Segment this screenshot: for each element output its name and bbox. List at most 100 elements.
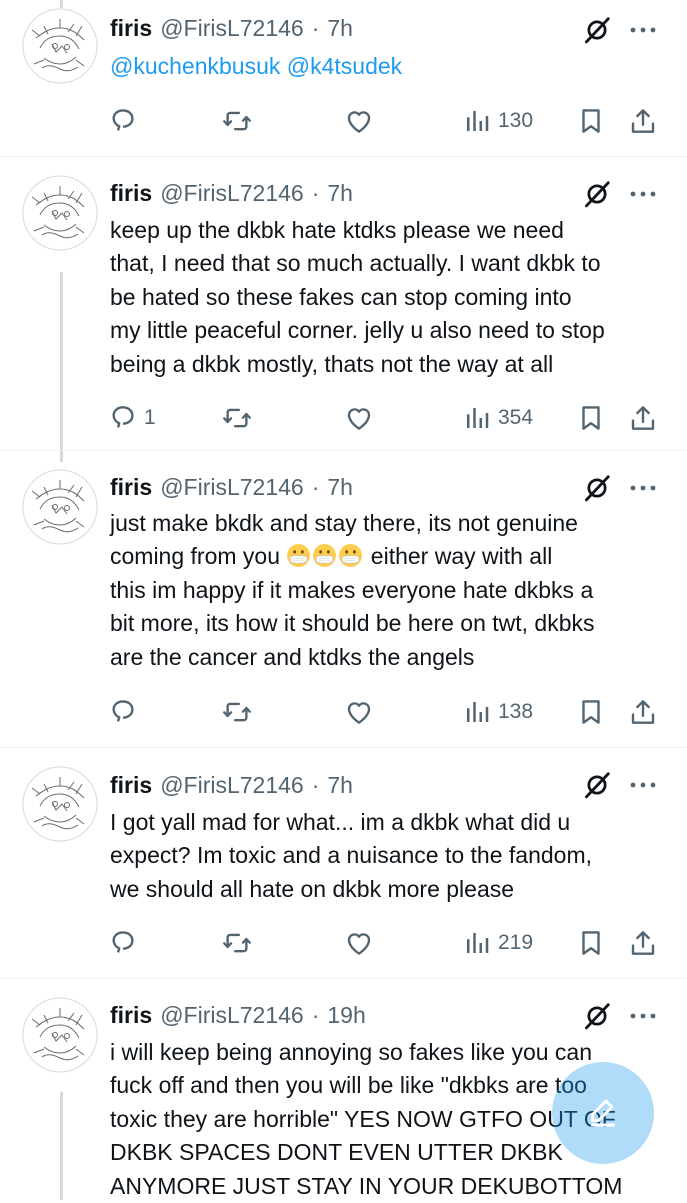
like-icon: [344, 697, 374, 727]
tweet[interactable]: firis @FirisL72146 · 7h @kuchenkbusuk @k…: [0, 0, 687, 155]
timestamp[interactable]: 7h: [327, 180, 353, 207]
views-icon: [462, 697, 492, 727]
text-line: expect? Im toxic and a nuisance to the f…: [110, 842, 593, 869]
views-icon: [462, 403, 492, 433]
text-line: keep up the dkbk hate ktdks please we ne…: [110, 217, 564, 243]
grok-icon[interactable]: [582, 15, 612, 45]
avatar[interactable]: [22, 766, 98, 842]
tweet-text: @kuchenkbusuk @k4tsudek: [110, 50, 670, 83]
handle[interactable]: @FirisL72146: [160, 1002, 304, 1029]
share-button[interactable]: [628, 401, 658, 435]
like-button[interactable]: [344, 401, 374, 435]
timestamp[interactable]: 7h: [327, 474, 353, 501]
timestamp[interactable]: 19h: [327, 1002, 365, 1029]
repost-icon: [222, 403, 252, 433]
like-button[interactable]: [344, 104, 374, 138]
repost-button[interactable]: [222, 695, 252, 729]
more-icon[interactable]: [626, 179, 660, 209]
separator: ·: [311, 14, 320, 41]
share-button[interactable]: [628, 695, 658, 729]
text-line: my little peaceful corner. jelly u also …: [110, 317, 605, 344]
tweet-text: just make bkdk and stay there, its not g…: [110, 507, 670, 674]
bookmark-icon: [576, 403, 606, 433]
text-line: just make bkdk and stay there, its not g…: [110, 510, 578, 536]
avatar[interactable]: [22, 997, 98, 1073]
views-button[interactable]: 138: [462, 695, 533, 729]
display-name[interactable]: firis: [110, 15, 152, 42]
share-icon: [628, 106, 658, 136]
views-button[interactable]: 354: [462, 401, 533, 435]
avatar[interactable]: [22, 469, 98, 545]
grok-icon[interactable]: [582, 473, 612, 503]
more-icon[interactable]: [626, 473, 660, 503]
timestamp[interactable]: 7h: [327, 15, 353, 42]
tweet-text: keep up the dkbk hate ktdks please we ne…: [110, 214, 670, 381]
more-icon[interactable]: [626, 770, 660, 800]
grok-icon[interactable]: [582, 770, 612, 800]
reply-icon: [108, 697, 138, 727]
avatar[interactable]: [22, 175, 98, 251]
text-line: be hated so these fakes can stop coming …: [110, 283, 572, 310]
action-bar: 130: [0, 104, 687, 138]
repost-icon: [222, 697, 252, 727]
handle[interactable]: @FirisL72146: [160, 772, 304, 799]
handle[interactable]: @FirisL72146: [160, 474, 304, 501]
views-button[interactable]: 219: [462, 926, 533, 960]
views-icon: [462, 928, 492, 958]
like-button[interactable]: [344, 926, 374, 960]
views-button[interactable]: 130: [462, 104, 533, 138]
mask-face-emoji: [338, 543, 363, 568]
like-button[interactable]: [344, 695, 374, 729]
reply-button[interactable]: 1: [108, 401, 156, 435]
tweet-header: firis @FirisL72146 · 7h: [110, 471, 353, 503]
bookmark-button[interactable]: [576, 926, 606, 960]
handle[interactable]: @FirisL72146: [160, 15, 304, 42]
reply-button[interactable]: [108, 104, 138, 138]
grok-icon[interactable]: [582, 179, 612, 209]
share-button[interactable]: [628, 104, 658, 138]
repost-button[interactable]: [222, 926, 252, 960]
reply-button[interactable]: [108, 926, 138, 960]
text-line: that, I need that so much actually. I wa…: [110, 250, 601, 277]
tweet-header: firis @FirisL72146 · 7h: [110, 12, 353, 44]
mention-link[interactable]: @k4tsudek: [287, 53, 402, 79]
bookmark-button[interactable]: [576, 401, 606, 435]
display-name[interactable]: firis: [110, 772, 152, 799]
views-count: 138: [498, 700, 534, 723]
display-name[interactable]: firis: [110, 474, 152, 501]
handle[interactable]: @FirisL72146: [160, 180, 304, 207]
views-count: 130: [498, 109, 534, 132]
compose-button[interactable]: [552, 1062, 654, 1164]
text-segment: either way with all: [370, 543, 553, 570]
reply-button[interactable]: [108, 695, 138, 729]
share-button[interactable]: [628, 926, 658, 960]
tweet[interactable]: firis @FirisL72146 · 7h I got yall mad f…: [0, 748, 687, 978]
tweet-header: firis @FirisL72146 · 19h: [110, 999, 366, 1031]
reply-count: 1: [144, 406, 156, 429]
like-icon: [344, 403, 374, 433]
separator: ·: [311, 473, 320, 500]
display-name[interactable]: firis: [110, 180, 152, 207]
more-icon[interactable]: [626, 1001, 660, 1031]
like-icon: [344, 928, 374, 958]
grok-icon[interactable]: [582, 1001, 612, 1031]
avatar[interactable]: [22, 8, 98, 84]
bookmark-button[interactable]: [576, 695, 606, 729]
mention-link[interactable]: @kuchenkbusuk: [110, 53, 280, 79]
more-icon[interactable]: [626, 15, 660, 45]
text-line: this im happy if it makes everyone hate …: [110, 576, 594, 603]
display-name[interactable]: firis: [110, 1002, 152, 1029]
reply-icon: [108, 403, 138, 433]
tweet-header: firis @FirisL72146 · 7h: [110, 769, 353, 801]
timestamp[interactable]: 7h: [327, 772, 353, 799]
repost-button[interactable]: [222, 401, 252, 435]
repost-button[interactable]: [222, 104, 252, 138]
tweet[interactable]: firis @FirisL72146 · 7h keep up the dkbk…: [0, 157, 687, 449]
separator: ·: [311, 1001, 320, 1028]
tweet-text: I got yall mad for what... im a dkbk wha…: [110, 806, 670, 906]
text-line: bit more, its how it should be here on t…: [110, 610, 595, 637]
mask-face-emoji: [312, 543, 337, 568]
tweet[interactable]: firis @FirisL72146 · 7h just make bkdk a…: [0, 451, 687, 746]
bookmark-icon: [576, 697, 606, 727]
bookmark-button[interactable]: [576, 104, 606, 138]
